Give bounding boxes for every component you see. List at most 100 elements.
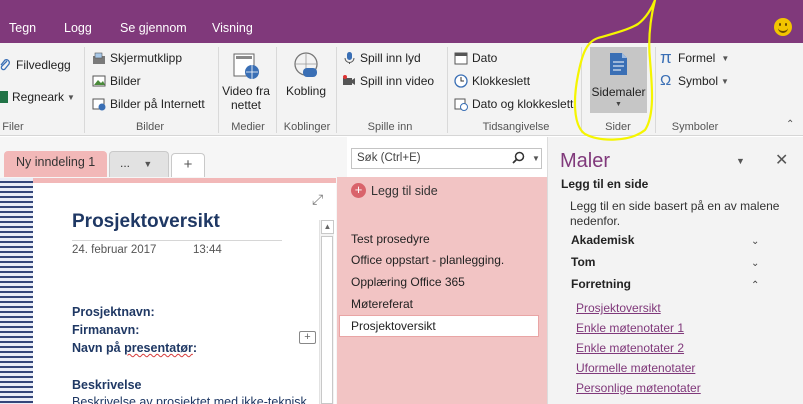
record-video-button[interactable]: Spill inn video [342,74,434,88]
template-link[interactable]: Enkle møtenotater 1 [576,321,684,335]
add-section-button[interactable]: + [171,153,205,177]
record-video-label: Spill inn video [360,74,435,88]
search-input[interactable]: Søk (Ctrl+E) ▼ [351,148,542,169]
section-heading[interactable]: Beskrivelse [72,378,142,392]
ribbon: Filvedlegg Regneark ▼ Filer Skjermutklip… [0,43,803,136]
chevron-down-icon[interactable]: ⌄ [751,258,759,269]
link-label: Kobling [285,84,327,98]
group-label-filer: Filer [2,121,24,133]
template-link[interactable]: Personlige møtenotater [576,381,701,395]
tab-visning[interactable]: Visning [212,21,253,35]
page-item-selected[interactable]: Prosjektoversikt [339,315,539,337]
add-page-label: Legg til side [371,183,438,198]
file-attachment-button[interactable]: Filvedlegg [0,58,71,72]
spreadsheet-button[interactable]: Regneark ▼ [0,90,75,104]
online-video-label-2: nettet [230,98,262,112]
screen-clip-button[interactable]: Skjermutklipp [92,51,182,65]
search-icon[interactable] [512,151,525,167]
more-sections-label: ... [120,156,131,170]
divider [84,47,85,133]
category-tom[interactable]: Tom [571,255,595,269]
add-page-button[interactable]: + Legg til side [351,183,438,198]
presenter-prefix: Navn på [72,341,125,355]
collapse-ribbon-icon[interactable]: ⌃ [786,119,794,130]
category-akademisk[interactable]: Akademisk [571,233,634,247]
date-time-button[interactable]: Dato og klokkeslett [454,97,573,111]
page-title[interactable]: Prosjektoversikt [72,211,220,233]
page-canvas[interactable]: Prosjektoversikt 24. februar 2017 13:44 … [33,178,336,404]
presenter-suffix: : [192,341,198,355]
online-pictures-button[interactable]: Bilder på Internett [92,97,205,111]
formula-label: Formel [678,51,716,65]
chevron-down-icon[interactable]: ▼ [532,154,540,163]
date-button[interactable]: Dato [454,51,497,65]
presenter-word: presentatør [124,341,193,355]
pictures-label: Bilder [110,74,141,88]
page-list [337,177,547,404]
tab-tegn[interactable]: Tegn [9,21,36,35]
screen-clip-icon [92,51,106,65]
expand-icon[interactable]: ⤢ [312,191,323,208]
time-button[interactable]: Klokkeslett [454,74,530,88]
vertical-scrollbar[interactable]: ▲ [319,220,334,404]
scroll-up-icon[interactable]: ▲ [321,220,334,234]
pane-subtitle: Legg til en side [561,177,649,191]
notebook-spiral [0,178,33,404]
tab-bar: Tegn Logg Se gjennom Visning [0,0,803,43]
smiley-icon[interactable] [774,18,792,36]
page-item[interactable]: Møtereferat [351,297,413,311]
pane-options-icon[interactable]: ▼ [736,156,745,166]
field-firmanavn[interactable]: Firmanavn: [72,323,139,337]
symbol-button[interactable]: Ω Symbol ▼ [660,72,729,89]
page-templates-button[interactable]: Sidemaler ▼ [590,47,647,113]
add-paragraph-icon[interactable]: + [299,331,316,344]
online-video-button[interactable]: Video fra nettet [220,51,272,112]
template-link[interactable]: Prosjektoversikt [576,301,661,315]
date-label: Dato [472,51,498,65]
close-icon[interactable]: ✕ [775,150,788,170]
divider [655,47,656,133]
chevron-up-icon[interactable]: ⌃ [751,280,759,291]
category-forretning[interactable]: Forretning [571,277,631,291]
tab-se-gjennom[interactable]: Se gjennom [120,21,187,35]
template-link[interactable]: Uformelle møtenotater [576,361,695,375]
tab-logg[interactable]: Logg [64,21,92,35]
template-link[interactable]: Enkle møtenotater 2 [576,341,684,355]
picture-icon [92,74,106,88]
page-time: 13:44 [193,244,222,256]
group-label-bilder: Bilder [135,121,165,133]
online-pictures-label: Bilder på Internett [110,97,205,111]
group-label-spille-inn: Spille inn [367,121,413,133]
pi-icon: π [660,48,672,67]
formula-button[interactable]: π Formel ▼ [660,48,729,67]
chevron-down-icon[interactable]: ⌄ [751,236,759,247]
time-label: Klokkeslett [472,74,531,88]
page-item[interactable]: Test prosedyre [351,232,430,246]
divider [218,47,219,133]
link-button[interactable]: Kobling [280,51,332,98]
link-icon [291,51,321,81]
date-time-label: Dato og klokkeslett [472,97,574,111]
divider [336,47,337,133]
more-sections-tab[interactable]: ... ▼ [109,151,169,177]
chevron-down-icon: ▼ [143,159,153,169]
section-text[interactable]: Beskrivelse av prosjektet med ikke-tekni… [72,395,320,404]
microphone-icon [342,51,356,65]
record-audio-button[interactable]: Spill inn lyd [342,51,421,65]
page-item[interactable]: Office oppstart - planlegging. [351,253,504,267]
chevron-down-icon: ▼ [721,76,729,86]
pane-title: Maler [560,150,611,172]
group-label-koblinger: Koblinger [283,121,331,133]
page-item[interactable]: Opplæring Office 365 [351,275,465,289]
plus-icon: + [351,183,366,198]
section-tab-ny-inndeling[interactable]: Ny inndeling 1 [4,151,107,177]
divider [581,47,582,133]
datetime-icon [454,97,468,111]
pictures-button[interactable]: Bilder [92,74,141,88]
field-presenter[interactable]: Navn på presentatør: [72,341,197,355]
symbol-label: Symbol [678,74,719,88]
omega-icon: Ω [660,72,672,89]
scroll-thumb[interactable] [321,236,333,404]
spreadsheet-label: Regneark [12,90,65,104]
field-prosjektnavn[interactable]: Prosjektnavn: [72,305,155,319]
